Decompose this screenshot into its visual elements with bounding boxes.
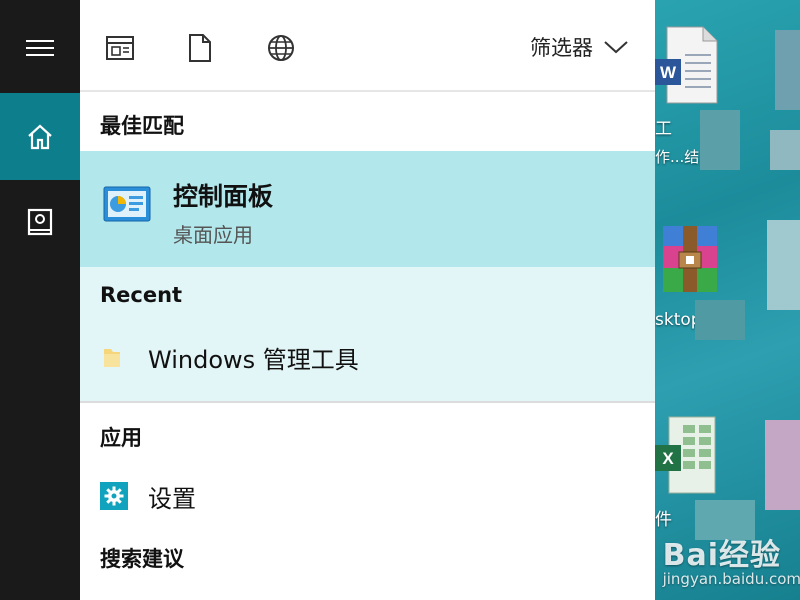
chevron-down-icon: [604, 41, 628, 54]
hamburger-icon: [26, 40, 54, 56]
recent-section: Recent Windows 管理工具: [80, 267, 655, 403]
web-icon: [268, 35, 294, 61]
filter-label: 筛选器: [530, 36, 593, 60]
desktop-label: 件: [655, 510, 672, 530]
archive-icon[interactable]: [657, 222, 723, 298]
blurred-region: [695, 300, 745, 340]
control-panel-icon: [102, 183, 152, 231]
gear-icon: [100, 482, 128, 510]
web-filter-button[interactable]: [263, 30, 299, 66]
blurred-region: [770, 130, 800, 170]
filter-dropdown[interactable]: 筛选器: [530, 32, 629, 62]
excel-document-icon[interactable]: X: [655, 415, 721, 495]
documents-filter-button[interactable]: [182, 30, 218, 66]
notebook-button[interactable]: [0, 190, 80, 256]
baidu-watermark: Bai经验 jingyan.baidu.com: [663, 530, 800, 588]
folder-icon: [104, 349, 120, 367]
blurred-region: [775, 30, 800, 110]
start-rail: [0, 0, 80, 600]
best-match-subtitle: 桌面应用: [173, 223, 253, 247]
search-suggestions-header: 搜索建议: [100, 547, 184, 571]
blurred-region: [767, 220, 800, 310]
notebook-icon: [27, 208, 53, 236]
search-toolbar: 筛选器: [80, 0, 655, 92]
documents-icon: [189, 34, 211, 62]
watermark-url: jingyan.baidu.com: [662, 570, 800, 588]
home-icon: [28, 124, 52, 149]
word-document-icon[interactable]: W: [655, 25, 719, 105]
blurred-region: [700, 110, 740, 170]
recent-header: Recent: [100, 283, 183, 307]
watermark-text: Bai经验: [662, 538, 781, 573]
home-button[interactable]: [0, 93, 80, 180]
menu-button[interactable]: [0, 18, 80, 78]
svg-text:W: W: [660, 63, 677, 82]
search-results-panel: 筛选器 最佳匹配 控制面板 桌面应用 Recent Windows 管理工具 应…: [80, 0, 655, 600]
desktop-label: 工: [655, 119, 672, 139]
recent-item[interactable]: Windows 管理工具: [80, 337, 655, 377]
svg-text:X: X: [662, 449, 674, 468]
apps-icon: [106, 36, 134, 60]
best-match-header: 最佳匹配: [100, 114, 184, 138]
best-match-title: 控制面板: [173, 182, 274, 211]
recent-item-label: Windows 管理工具: [148, 345, 359, 374]
apps-header: 应用: [100, 426, 142, 450]
blurred-region: [765, 420, 800, 510]
desktop-background: W 工 作...结... sktop X 件 Bai经验 jingyan.bai…: [655, 0, 800, 600]
app-item-label: 设置: [148, 484, 196, 513]
app-item[interactable]: 设置: [80, 476, 655, 516]
best-match-result[interactable]: 控制面板 桌面应用: [80, 151, 655, 267]
apps-filter-button[interactable]: [102, 30, 138, 66]
